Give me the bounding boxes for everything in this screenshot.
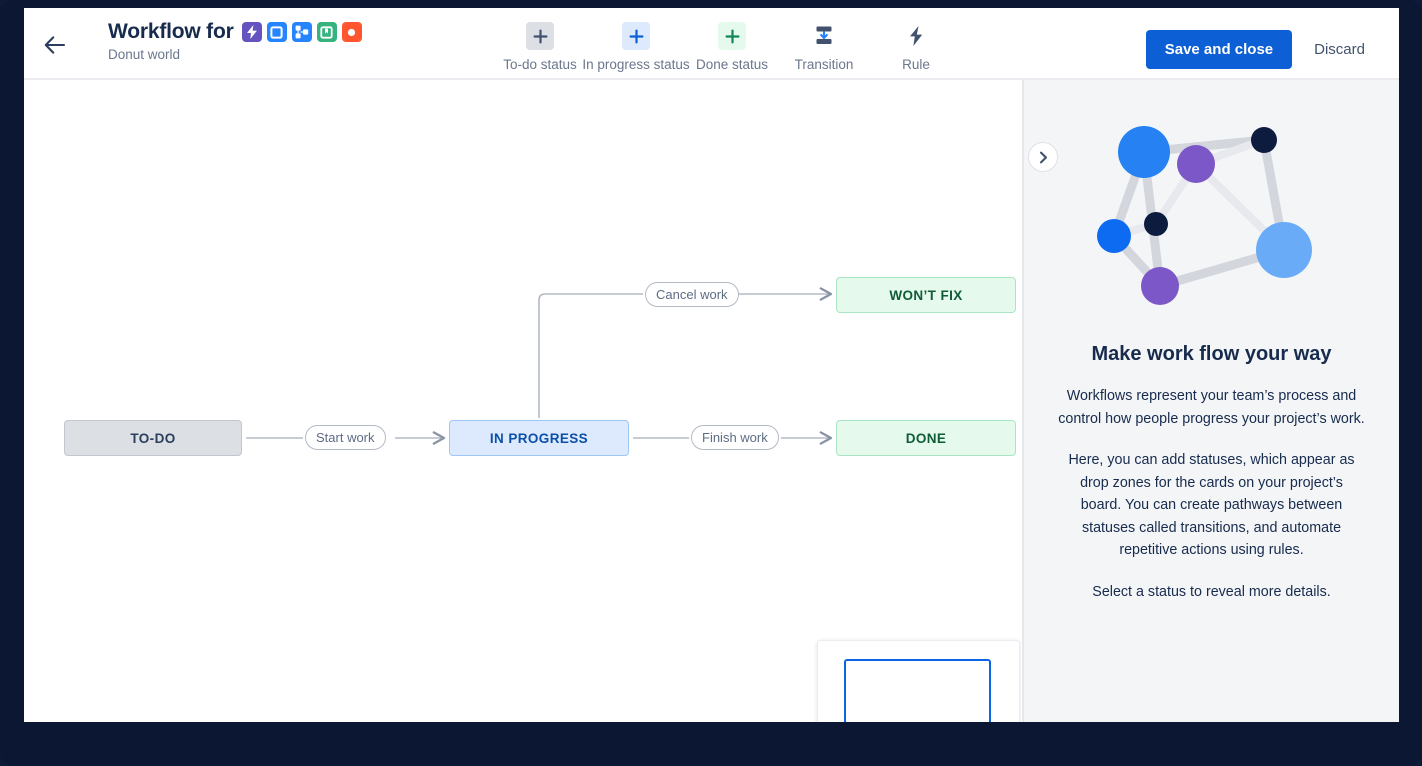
save-and-close-button[interactable]: Save and close	[1146, 30, 1292, 69]
minimap-body[interactable]	[818, 641, 1019, 722]
plus-icon	[622, 22, 650, 50]
add-transition-button[interactable]: Transition	[778, 18, 870, 72]
bookmark-glyph	[320, 26, 333, 39]
status-node-done[interactable]: DONE	[836, 420, 1016, 456]
node-blue-large	[1118, 126, 1170, 178]
connector-inprogress-cancel	[539, 294, 643, 418]
add-inprogress-status-button[interactable]: In progress status	[586, 18, 686, 72]
workflow-editor: Workflow for	[24, 8, 1399, 722]
header-actions: Save and close Discard	[1146, 30, 1379, 69]
lightning-glyph	[246, 25, 258, 39]
minimap-panel[interactable]	[817, 640, 1020, 722]
workflow-nodes-graph-illustration	[1092, 108, 1332, 323]
plus-glyph	[725, 29, 740, 44]
bookmark-emoji	[317, 22, 337, 42]
editor-header: Workflow for	[24, 8, 1399, 80]
panel-paragraph-2: Here, you can add statuses, which appear…	[1058, 449, 1365, 562]
collapse-panel-button[interactable]	[1028, 142, 1058, 172]
plus-glyph	[629, 29, 644, 44]
status-node-todo[interactable]: TO-DO	[64, 420, 242, 456]
page-title: Workflow for	[108, 20, 367, 44]
toolbar-label: Rule	[902, 57, 930, 72]
page-subtitle: Donut world	[108, 47, 367, 62]
node-purple	[1177, 145, 1215, 183]
transition-label-finish-work[interactable]: Finish work	[691, 425, 779, 450]
add-todo-status-button[interactable]: To-do status	[494, 18, 586, 72]
plus-glyph	[533, 29, 548, 44]
transition-label-cancel-work[interactable]: Cancel work	[645, 282, 739, 307]
editor-toolbar: To-do status In progress status	[494, 18, 962, 72]
plus-icon	[526, 22, 554, 50]
lightning-glyph	[906, 25, 926, 47]
rule-lightning-icon	[902, 22, 930, 50]
transition-label-start-work[interactable]: Start work	[305, 425, 386, 450]
minimap-viewport-rect[interactable]	[844, 659, 991, 722]
toolbar-label: In progress status	[582, 57, 689, 72]
panel-paragraph-3: Select a status to reveal more details.	[1058, 581, 1365, 604]
add-rule-button[interactable]: Rule	[870, 18, 962, 72]
node-navy-small	[1251, 127, 1277, 153]
panel-paragraph-1: Workflows represent your team’s process …	[1058, 385, 1365, 430]
sitemap-emoji	[292, 22, 312, 42]
node-lightblue-large	[1256, 222, 1312, 278]
circle-glyph	[345, 26, 358, 39]
toolbar-label: To-do status	[503, 57, 577, 72]
node-blue-mid	[1097, 219, 1131, 253]
square-outline-glyph	[270, 26, 283, 39]
page-title-text: Workflow for	[108, 20, 234, 44]
plus-icon	[718, 22, 746, 50]
info-panel: Make work flow your way Workflows repres…	[1022, 80, 1399, 722]
sitemap-glyph	[295, 25, 309, 39]
transition-icon	[810, 22, 838, 50]
add-done-status-button[interactable]: Done status	[686, 18, 778, 72]
node-navy-center	[1144, 212, 1168, 236]
window-frame: Workflow for	[0, 0, 1422, 766]
red-circle-emoji	[342, 22, 362, 42]
transition-connectors	[24, 80, 1021, 722]
back-button[interactable]	[38, 28, 72, 62]
title-block: Workflow for	[108, 20, 367, 62]
node-purple-bottom	[1141, 267, 1179, 305]
discard-button[interactable]: Discard	[1300, 30, 1379, 69]
blue-square-emoji	[267, 22, 287, 42]
chevron-right-icon	[1037, 151, 1050, 164]
toolbar-label: Transition	[795, 57, 854, 72]
status-node-wont-fix[interactable]: WON’T FIX	[836, 277, 1016, 313]
workflow-canvas[interactable]: TO-DO IN PROGRESS DONE WON’T FIX Start w…	[24, 80, 1021, 722]
toolbar-label: Done status	[696, 57, 768, 72]
transition-glyph	[812, 24, 836, 48]
arrow-left-icon	[44, 36, 66, 54]
status-node-in-progress[interactable]: IN PROGRESS	[449, 420, 629, 456]
panel-title: Make work flow your way	[1048, 343, 1375, 366]
lightning-emoji	[242, 22, 262, 42]
